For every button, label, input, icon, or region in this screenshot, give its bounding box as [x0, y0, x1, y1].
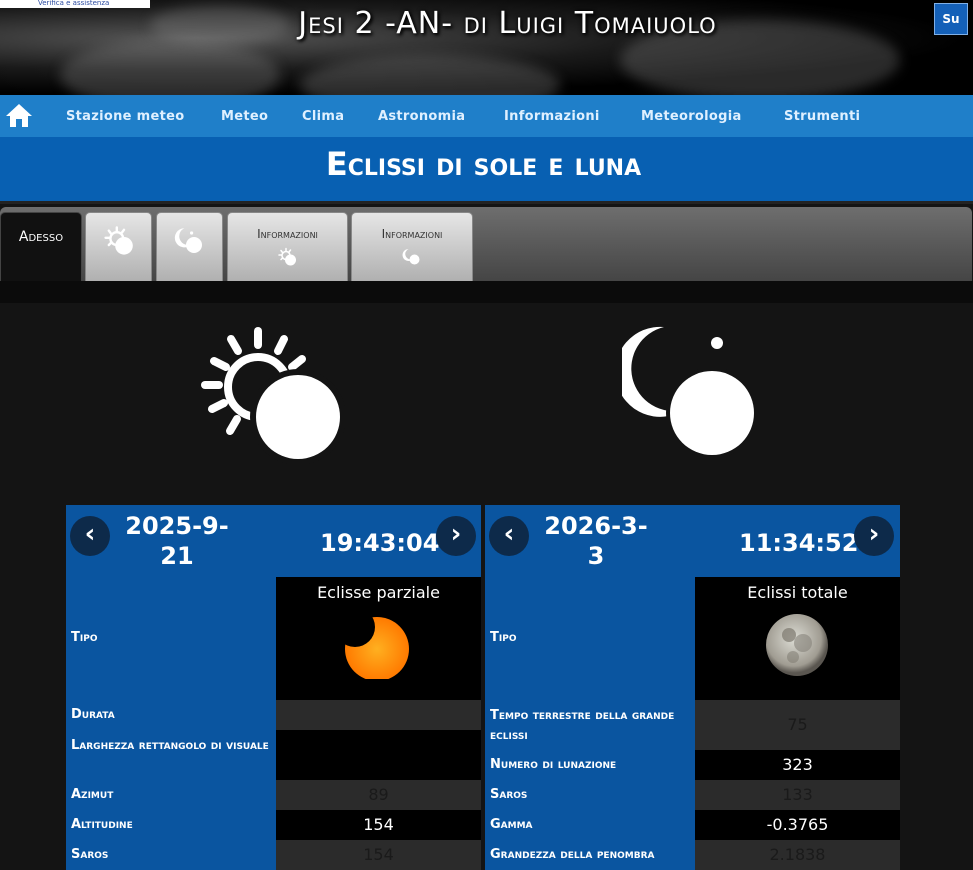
lunar-time: 11:34:52 — [739, 529, 859, 557]
row-label: Tipo — [490, 630, 517, 645]
row-label: Tempo terrestre della grande eclissi — [490, 708, 675, 743]
lunar-eclipse-icon — [174, 228, 202, 253]
row-value: 154 — [276, 840, 481, 870]
solar-type-value: Eclisse parziale — [317, 583, 440, 602]
table-row: Durata — [66, 700, 481, 730]
table-row: Tipo Eclisse parziale — [66, 577, 481, 700]
tab-solar[interactable] — [85, 212, 152, 281]
row-value: -0.3765 — [695, 810, 900, 840]
site-title[interactable]: Jesi 2 -AN- di Luigi Tomaiuolo — [0, 6, 973, 41]
nav-clima[interactable]: Clima — [302, 109, 344, 124]
row-label: Numero di lunazione — [490, 757, 617, 772]
row-value: 323 — [695, 750, 900, 780]
tab-underline — [0, 281, 973, 303]
chevron-left-icon: ‹ — [84, 519, 96, 549]
lunar-eclipse-panel: ‹ 2026-3-3 11:34:52 › Tipo Eclissi total… — [485, 505, 900, 870]
solar-next-button[interactable]: › — [436, 516, 476, 556]
solar-type-cell: Eclisse parziale — [276, 577, 481, 700]
row-value: 89 — [276, 780, 481, 810]
solar-date: 2025-9-21 — [125, 512, 229, 570]
chevron-right-icon: › — [868, 519, 880, 549]
tab-info-lunar[interactable]: Informazioni — [351, 212, 473, 281]
solar-eclipse-panel: ‹ 2025-9-21 19:43:04 › Tipo Eclisse parz… — [66, 505, 481, 870]
table-row: Saros 133 — [485, 780, 900, 810]
row-value — [276, 730, 481, 780]
table-row: Larghezza rettangolo di visuale — [66, 730, 481, 780]
lunar-date: 2026-3-3 — [544, 512, 648, 570]
tab-info-solar-label: Informazioni — [257, 227, 318, 241]
nav-informazioni[interactable]: Informazioni — [504, 109, 600, 124]
lunar-next-button[interactable]: › — [854, 516, 894, 556]
row-label: Azimut — [71, 787, 114, 802]
row-label: Tipo — [71, 630, 98, 645]
table-row: Numero di lunazione 323 — [485, 750, 900, 780]
tab-bar: Adesso Informazioni Informazioni — [0, 207, 972, 281]
tab-now-label: Adesso — [18, 229, 64, 245]
nav-stazione-meteo[interactable]: Stazione meteo — [66, 109, 184, 124]
row-value: 75 — [695, 700, 900, 750]
full-moon-image — [766, 614, 828, 676]
tab-info-solar[interactable]: Informazioni — [227, 212, 348, 281]
row-label: Saros — [490, 787, 528, 802]
lunar-type-cell: Eclissi totale — [695, 577, 900, 700]
home-icon[interactable] — [4, 102, 34, 128]
nav-meteorologia[interactable]: Meteorologia — [641, 109, 742, 124]
tab-info-lunar-label: Informazioni — [381, 227, 443, 241]
row-value: 2.1838 — [695, 840, 900, 870]
row-label: Gamma — [490, 817, 533, 832]
lunar-eclipse-icon — [622, 326, 758, 459]
table-row: Saros 154 — [66, 840, 481, 870]
row-label: Grandezza della penombra — [490, 847, 655, 862]
table-row: Tipo Eclissi totale — [485, 577, 900, 700]
nav-meteo[interactable]: Meteo — [221, 109, 268, 124]
lunar-type-value: Eclissi totale — [747, 583, 848, 602]
nav-strumenti[interactable]: Strumenti — [784, 109, 860, 124]
main-nav: Stazione meteo Meteo Clima Astronomia In… — [0, 95, 973, 137]
row-label: Durata — [71, 707, 115, 722]
solar-eclipse-icon — [201, 327, 346, 465]
solar-time: 19:43:04 — [320, 529, 440, 557]
page-title-bar: Eclissi di sole e luna — [0, 137, 973, 204]
table-row: Tempo terrestre della grande eclissi 75 — [485, 700, 900, 750]
row-value: 154 — [276, 810, 481, 840]
row-label: Saros — [71, 847, 109, 862]
table-row: Grandezza della penombra 2.1838 — [485, 840, 900, 870]
lunar-prev-button[interactable]: ‹ — [489, 516, 529, 556]
table-row: Altitudine 154 — [66, 810, 481, 840]
row-label: Larghezza rettangolo di visuale — [71, 738, 269, 753]
partial-eclipse-image — [343, 613, 409, 679]
row-value — [276, 700, 481, 730]
page-title: Eclissi di sole e luna — [325, 145, 642, 183]
chevron-left-icon: ‹ — [503, 519, 515, 549]
solar-eclipse-icon — [278, 247, 296, 266]
nav-astronomia[interactable]: Astronomia — [378, 109, 465, 124]
chevron-right-icon: › — [450, 519, 462, 549]
lunar-eclipse-icon — [402, 249, 420, 265]
tab-now[interactable]: Adesso — [0, 212, 82, 281]
site-header: Verifica e assistenza Jesi 2 -AN- di Lui… — [0, 0, 973, 95]
row-value: 133 — [695, 780, 900, 810]
table-row: Gamma -0.3765 — [485, 810, 900, 840]
scroll-top-button[interactable]: Su — [934, 3, 968, 35]
tab-lunar[interactable] — [156, 212, 223, 281]
solar-eclipse-icon — [104, 226, 133, 255]
row-label: Altitudine — [71, 817, 133, 832]
table-row: Azimut 89 — [66, 780, 481, 810]
solar-prev-button[interactable]: ‹ — [70, 516, 110, 556]
